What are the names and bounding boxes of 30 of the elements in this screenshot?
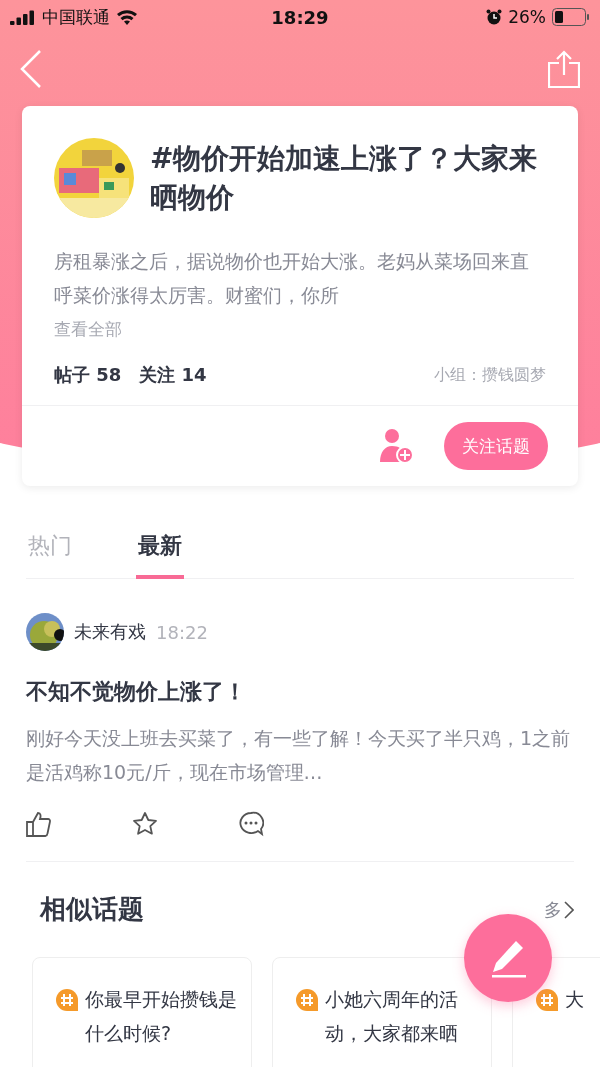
comment-icon[interactable] [238,811,264,837]
section-title: 相似话题 [40,893,144,926]
battery-percent: 26% [508,7,546,27]
clock-time: 18:29 [271,6,329,28]
battery-icon [552,8,590,26]
post-title[interactable]: 不知不觉物价上涨了！ [26,677,574,707]
topic-card[interactable]: 你最早开始攒钱是什么时候? [32,957,252,1067]
post-count: 帖子 58 [54,363,122,387]
author-name[interactable]: 未来有戏 [74,620,146,644]
topic-name: 你最早开始攒钱是什么时候? [85,987,238,1046]
feed-tab[interactable]: 最新 [136,530,184,579]
add-user-icon[interactable] [380,428,414,464]
follower-count: 关注 14 [139,363,207,387]
topic-title: #物价开始加速上涨了？大家来晒物价 [150,141,539,216]
signal-icon [10,9,36,25]
chevron-right-icon[interactable] [564,900,574,919]
hashtag-icon [295,988,319,1012]
post-time: 18:22 [156,621,208,643]
hashtag-icon [55,988,79,1012]
wifi-icon [116,9,138,25]
post-excerpt: 刚好今天没上班去买菜了，有一些了解！今天买了半只鸡，1之前是活鸡称10元/斤，现在市场管理… [26,726,572,785]
star-icon[interactable] [132,811,158,837]
topic-name: 大 [565,987,584,1012]
topic-description: 房租暴涨之后，据说物价也开始大涨。老妈从菜场回来直呼菜价涨得太厉害。财蜜们，你所 [54,249,530,308]
alarm-icon [486,9,503,25]
hashtag-icon [535,988,559,1012]
topic-name: 小她六周年的活动，大家都来晒 [325,987,459,1046]
carrier-name: 中国联通 [42,5,110,29]
more-link[interactable]: 多 [544,897,562,922]
thumbs-up-icon[interactable] [26,811,52,837]
